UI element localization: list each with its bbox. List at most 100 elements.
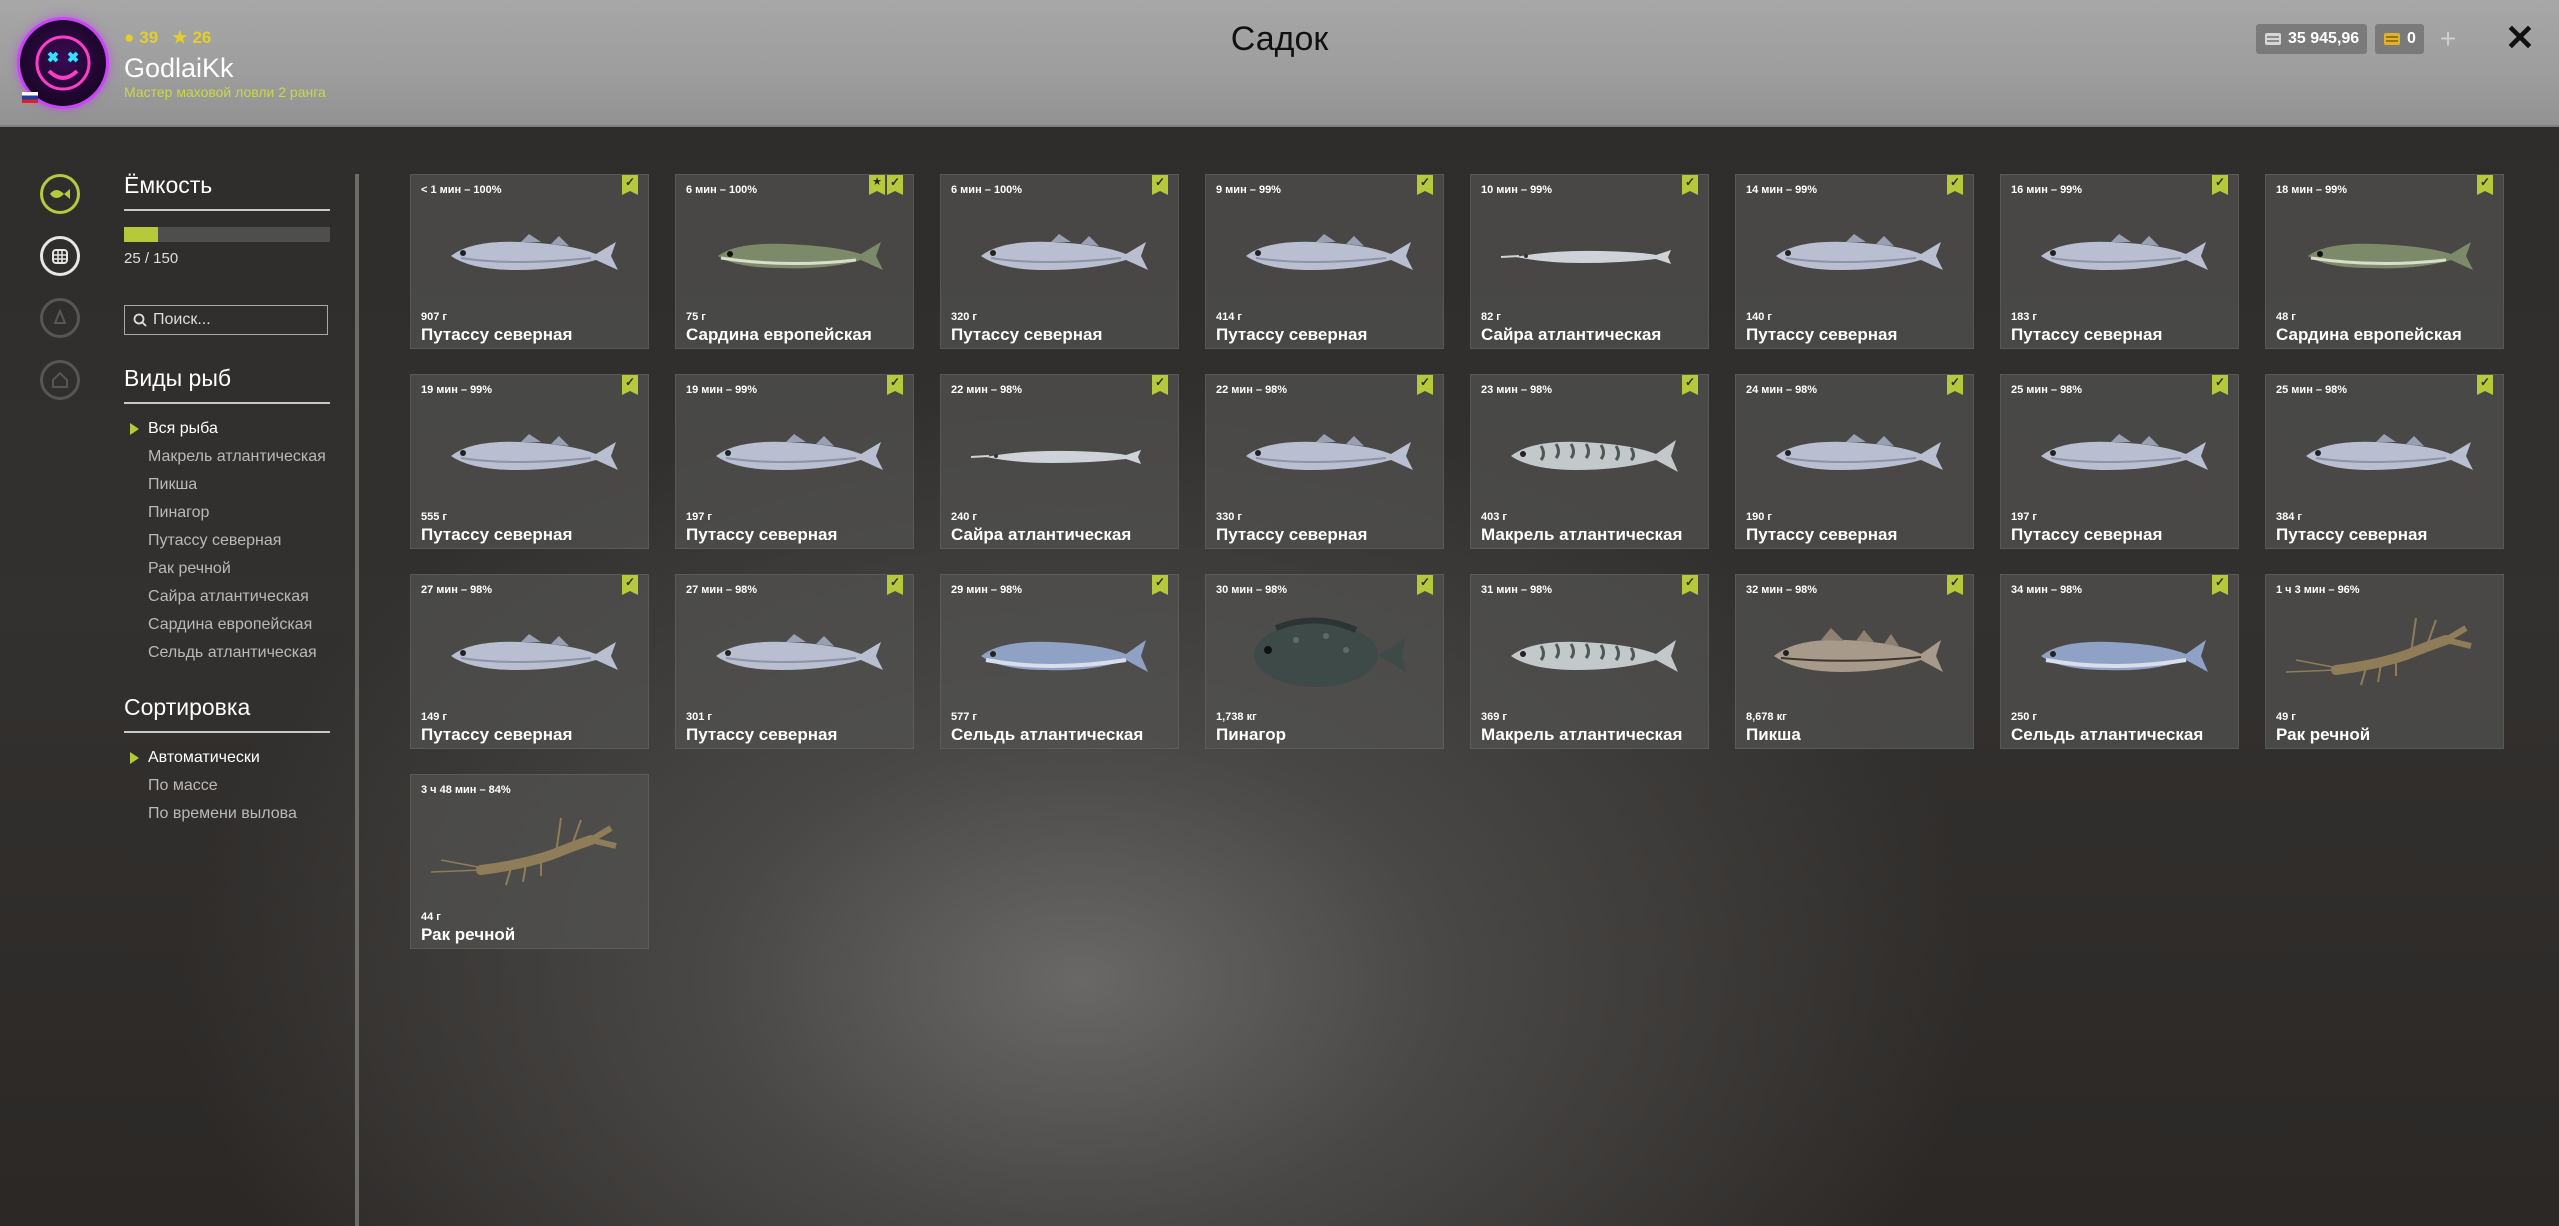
catch-card[interactable]: 3 ч 48 мин – 84% 44 г Рак речной bbox=[410, 774, 649, 949]
catch-name: Макрель атлантическая bbox=[1481, 525, 1683, 544]
catch-card[interactable]: 25 мин – 98% ✓ 384 г Путассу северная bbox=[2265, 374, 2504, 549]
tab-keepnet-icon[interactable] bbox=[40, 236, 80, 276]
catch-card[interactable]: 27 мин – 98% ✓ 301 г Путассу северная bbox=[675, 574, 914, 749]
catch-name: Путассу северная bbox=[1746, 525, 1898, 544]
catch-card[interactable]: 6 мин – 100% ✓ 320 г Путассу северная bbox=[940, 174, 1179, 349]
catch-card[interactable]: 34 мин – 98% ✓ 250 г Сельдь атлантическая bbox=[2000, 574, 2239, 749]
sort-option-item[interactable]: По массе bbox=[124, 777, 330, 795]
species-filter-item[interactable]: Вся рыба bbox=[124, 420, 330, 438]
catch-name: Путассу северная bbox=[2011, 325, 2163, 344]
species-filter-item[interactable]: Путассу северная bbox=[124, 532, 330, 550]
catch-weight: 330 г bbox=[1216, 511, 1242, 523]
catch-weight: 44 г bbox=[421, 911, 441, 923]
catch-card[interactable]: 1 ч 3 мин – 96% 49 г Рак речной bbox=[2265, 574, 2504, 749]
catch-time: 27 мин – 98% bbox=[686, 584, 758, 596]
catch-card[interactable]: 19 мин – 99% ✓ 197 г Путассу северная bbox=[675, 374, 914, 549]
catch-time: 1 ч 3 мин – 96% bbox=[2276, 584, 2360, 596]
species-filter-item[interactable]: Сельдь атлантическая bbox=[124, 644, 330, 662]
catch-card[interactable]: 19 мин – 99% ✓ 555 г Путассу северная bbox=[410, 374, 649, 549]
checkmark-badge-icon: ✓ bbox=[1947, 575, 1963, 595]
tab-fish-icon[interactable] bbox=[40, 174, 80, 214]
tab-campfire-icon[interactable] bbox=[40, 298, 80, 338]
catch-time: 18 мин – 99% bbox=[2276, 184, 2348, 196]
catch-weight: 403 г bbox=[1481, 511, 1507, 523]
whiting-icon bbox=[1246, 434, 1413, 470]
catch-time: 22 мин – 98% bbox=[951, 384, 1023, 396]
catch-card[interactable]: 6 мин – 100% ✓ ★ 75 г Сардина европейская bbox=[675, 174, 914, 349]
capacity-text: 25 / 150 bbox=[124, 250, 179, 267]
add-currency-button[interactable]: + bbox=[2433, 24, 2463, 54]
catch-weight: 48 г bbox=[2276, 311, 2296, 323]
whiting-icon bbox=[1776, 434, 1943, 470]
catch-weight: 240 г bbox=[951, 511, 977, 523]
catch-card[interactable]: 32 мин – 98% ✓ 8,678 кг Пикша bbox=[1735, 574, 1974, 749]
catch-card[interactable]: 27 мин – 98% ✓ 149 г Путассу северная bbox=[410, 574, 649, 749]
catch-time: 9 мин – 99% bbox=[1216, 184, 1281, 196]
checkmark-badge-icon: ✓ bbox=[1417, 175, 1433, 195]
catch-card[interactable]: 23 мин – 98% ✓ 403 г Макрель атлантическая bbox=[1470, 374, 1709, 549]
crayfish-icon bbox=[2285, 617, 2472, 686]
species-filter-item[interactable]: Сайра атлантическая bbox=[124, 588, 330, 606]
tab-house-icon[interactable] bbox=[40, 360, 80, 400]
gold-coins-icon bbox=[2384, 33, 2400, 45]
species-filter-item[interactable]: Макрель атлантическая bbox=[124, 448, 330, 466]
checkmark-badge-icon: ✓ bbox=[1682, 375, 1698, 395]
catch-card[interactable]: 10 мин – 99% ✓ 82 г Сайра атлантическая bbox=[1470, 174, 1709, 349]
catch-time: 6 мин – 100% bbox=[951, 184, 1023, 196]
saury-icon bbox=[970, 450, 1141, 464]
lumpfish-icon bbox=[1254, 617, 1406, 687]
close-button[interactable]: ✕ bbox=[2502, 20, 2538, 56]
catch-weight: 555 г bbox=[421, 511, 447, 523]
crayfish-icon bbox=[430, 817, 617, 886]
species-filter-item[interactable]: Сардина европейская bbox=[124, 616, 330, 634]
catch-name: Рак речной bbox=[421, 925, 516, 944]
sort-option-item[interactable]: Автоматически bbox=[124, 749, 330, 767]
capacity-title: Ёмкость bbox=[124, 172, 330, 211]
catch-card[interactable]: 30 мин – 98% ✓ 1,738 кг Пинагор bbox=[1205, 574, 1444, 749]
catch-name: Путассу северная bbox=[686, 525, 838, 544]
player-rank: Мастер маховой ловли 2 ранга bbox=[124, 84, 326, 100]
checkmark-badge-icon: ✓ bbox=[1152, 375, 1168, 395]
search-input[interactable] bbox=[153, 311, 313, 329]
checkmark-badge-icon: ✓ bbox=[622, 575, 638, 595]
whiting-icon bbox=[2306, 434, 2473, 470]
catch-weight: 320 г bbox=[951, 311, 977, 323]
checkmark-badge-icon: ✓ bbox=[2477, 175, 2493, 195]
species-filter-item[interactable]: Пинагор bbox=[124, 504, 330, 522]
herring-icon bbox=[2041, 640, 2208, 672]
capacity-bar bbox=[124, 227, 330, 242]
catch-time: 31 мин – 98% bbox=[1481, 584, 1553, 596]
silver-amount: 35 945,96 bbox=[2288, 30, 2360, 47]
species-filter-item[interactable]: Пикша bbox=[124, 476, 330, 494]
catch-time: 25 мин – 98% bbox=[2276, 384, 2348, 396]
sort-option-item[interactable]: По времени вылова bbox=[124, 805, 330, 823]
side-tabs bbox=[40, 174, 80, 400]
mackerel-icon bbox=[1511, 440, 1678, 472]
catch-name: Путассу северная bbox=[951, 325, 1103, 344]
catch-weight: 183 г bbox=[2011, 311, 2037, 323]
catch-time: 3 ч 48 мин – 84% bbox=[421, 784, 511, 796]
catch-card[interactable]: 9 мин – 99% ✓ 414 г Путассу северная bbox=[1205, 174, 1444, 349]
catch-card[interactable]: 18 мин – 99% ✓ 48 г Сардина европейская bbox=[2265, 174, 2504, 349]
catch-card[interactable]: 24 мин – 98% ✓ 190 г Путассу северная bbox=[1735, 374, 1974, 549]
species-filter-item[interactable]: Рак речной bbox=[124, 560, 330, 578]
checkmark-badge-icon: ✓ bbox=[887, 575, 903, 595]
catch-card[interactable]: 25 мин – 98% ✓ 197 г Путассу северная bbox=[2000, 374, 2239, 549]
catch-card[interactable]: 31 мин – 98% ✓ 369 г Макрель атлантическая bbox=[1470, 574, 1709, 749]
catch-card[interactable]: 22 мин – 98% ✓ 240 г Сайра атлантическая bbox=[940, 374, 1179, 549]
saury-icon bbox=[1500, 250, 1671, 264]
catch-card[interactable]: < 1 мин – 100% ✓ 907 г Путассу северная bbox=[410, 174, 649, 349]
catch-card[interactable]: 29 мин – 98% ✓ 577 г Сельдь атлантическая bbox=[940, 574, 1179, 749]
search-field[interactable] bbox=[124, 305, 328, 335]
catch-card[interactable]: 14 мин – 99% ✓ 140 г Путассу северная bbox=[1735, 174, 1974, 349]
catch-card[interactable]: 16 мин – 99% ✓ 183 г Путассу северная bbox=[2000, 174, 2239, 349]
catch-card[interactable]: 22 мин – 98% ✓ 330 г Путассу северная bbox=[1205, 374, 1444, 549]
catch-name: Путассу северная bbox=[1216, 525, 1368, 544]
checkmark-badge-icon: ✓ bbox=[887, 175, 903, 195]
species-list: Вся рыба Макрель атлантическая Пикша Пинаго… bbox=[124, 420, 330, 662]
catch-time: 22 мин – 98% bbox=[1216, 384, 1288, 396]
checkmark-badge-icon: ✓ bbox=[2212, 575, 2228, 595]
catch-weight: 369 г bbox=[1481, 711, 1507, 723]
catch-name: Сельдь атлантическая bbox=[2011, 725, 2204, 744]
sort-title: Сортировка bbox=[124, 694, 330, 733]
